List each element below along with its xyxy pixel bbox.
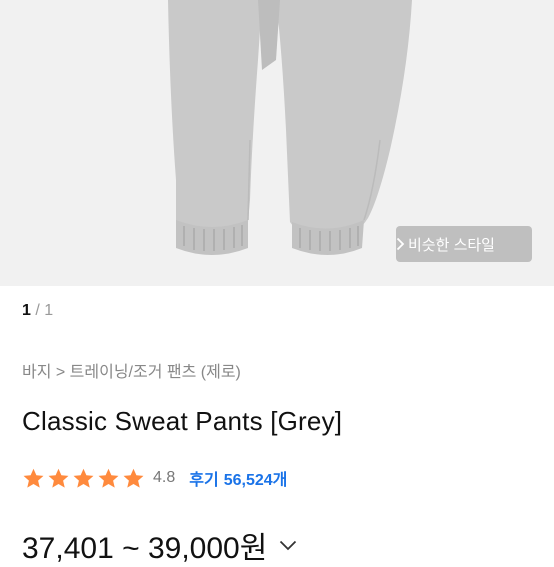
star-rating	[22, 467, 145, 490]
pager-total: 1	[44, 302, 54, 319]
pager-current: 1	[22, 302, 31, 319]
reviews-link[interactable]: 후기 56,524개	[189, 466, 287, 490]
similar-style-label: 비슷한 스타일	[408, 236, 495, 254]
star-icon	[23, 468, 44, 488]
star-icon	[48, 468, 69, 488]
breadcrumb[interactable]: 바지 > 트레이닝/조거 팬츠 (제로)	[22, 358, 241, 382]
star-icon	[123, 468, 144, 488]
star-icon	[98, 468, 119, 488]
rating-row: 4.8 후기 56,524개	[22, 464, 287, 492]
chevron-down-icon[interactable]	[279, 540, 297, 551]
reviews-label: 후기	[189, 472, 219, 489]
product-title: Classic Sweat Pants [Grey]	[22, 406, 343, 436]
star-icon	[73, 468, 94, 488]
image-pager: 1 / 1	[22, 302, 53, 320]
price-row[interactable]: 37,401 ~ 39,000원	[22, 525, 297, 565]
product-image-gallery[interactable]: 비슷한 스타일	[0, 0, 554, 286]
pager-separator: /	[35, 302, 40, 319]
reviews-count: 56,524개	[223, 472, 288, 489]
rating-score: 4.8	[153, 469, 176, 486]
similar-style-button[interactable]: 비슷한 스타일	[396, 226, 532, 262]
chevron-right-icon	[396, 237, 405, 251]
price-range: 37,401 ~ 39,000원	[22, 532, 268, 565]
